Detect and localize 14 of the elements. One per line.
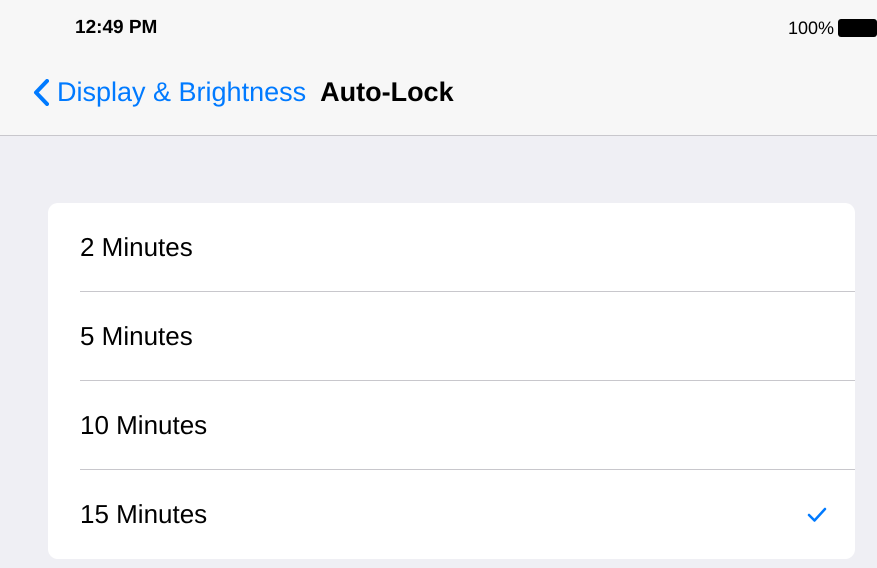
option-label: 5 Minutes (80, 320, 194, 352)
status-time: 12:49 PM (75, 16, 158, 40)
battery-icon (838, 19, 877, 37)
back-button[interactable]: Display & Brightness (33, 72, 306, 112)
battery-percent: 100% (788, 16, 834, 40)
option-label: 15 Minutes (80, 498, 208, 531)
option-label: 2 Minutes (80, 230, 194, 264)
option-label: 10 Minutes (80, 408, 208, 442)
option-row[interactable]: 15 Minutes (80, 470, 855, 559)
option-row[interactable]: 5 Minutes (80, 292, 855, 381)
back-chevron-icon (33, 78, 49, 106)
option-row[interactable]: 2 Minutes (80, 203, 855, 292)
option-row[interactable]: 10 Minutes (80, 381, 855, 470)
page-title: Auto-Lock (320, 76, 454, 109)
